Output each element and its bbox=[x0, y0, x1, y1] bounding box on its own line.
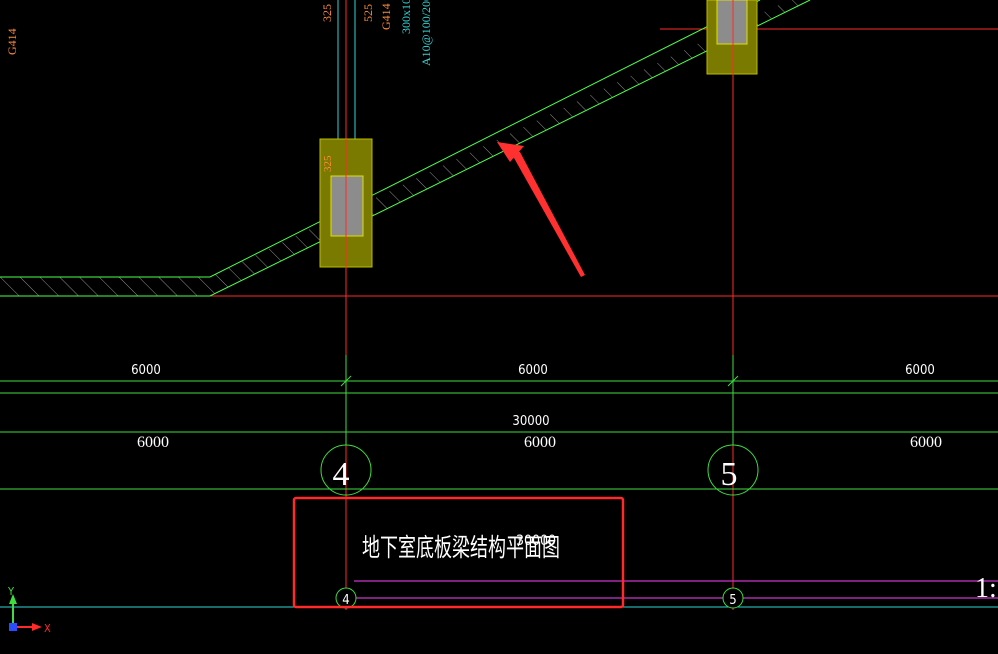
col1-label-e: A10@100/200( bbox=[419, 0, 433, 66]
dim-upper-3: 6000 bbox=[905, 363, 935, 378]
col1-label-b: 525 bbox=[361, 4, 375, 22]
ucs-icon: Y X bbox=[7, 585, 51, 635]
ucs-y-label: Y bbox=[7, 585, 15, 598]
col1-label-c: G414 bbox=[379, 3, 393, 30]
col1-label-a: 325 bbox=[320, 4, 334, 22]
ucs-x-label: X bbox=[44, 622, 51, 635]
annotation-arrow bbox=[497, 142, 585, 277]
dim-lower-1: 6000 bbox=[137, 434, 169, 451]
dim-upper-2: 6000 bbox=[518, 363, 548, 378]
dim-upper-1: 6000 bbox=[131, 363, 161, 378]
dim-lower-3: 6000 bbox=[910, 434, 942, 451]
axis-label-5: 5 bbox=[721, 456, 738, 493]
drawing-title-overlap: 30000 bbox=[516, 533, 556, 549]
column-1-section-label: 325 bbox=[322, 155, 334, 172]
cad-drawing-canvas[interactable]: G414 325 525 G414 300x10 A10@100/200( 32… bbox=[0, 0, 998, 654]
column-1-core bbox=[330, 175, 364, 237]
slab-section-hatched bbox=[0, 0, 810, 296]
column-2-core bbox=[716, 0, 748, 45]
col1-label-d: 300x10 bbox=[399, 0, 413, 34]
axis-label-small-5: 5 bbox=[729, 593, 736, 608]
g414-left-label: G414 bbox=[5, 28, 19, 55]
scale-label: 1:1 bbox=[975, 573, 998, 604]
dim-total: 30000 bbox=[512, 414, 549, 429]
slab-bottom-edge bbox=[0, 0, 811, 297]
axis-label-4: 4 bbox=[333, 456, 350, 493]
dim-lower-2: 6000 bbox=[524, 434, 556, 451]
slab-top-edge bbox=[0, 0, 761, 278]
